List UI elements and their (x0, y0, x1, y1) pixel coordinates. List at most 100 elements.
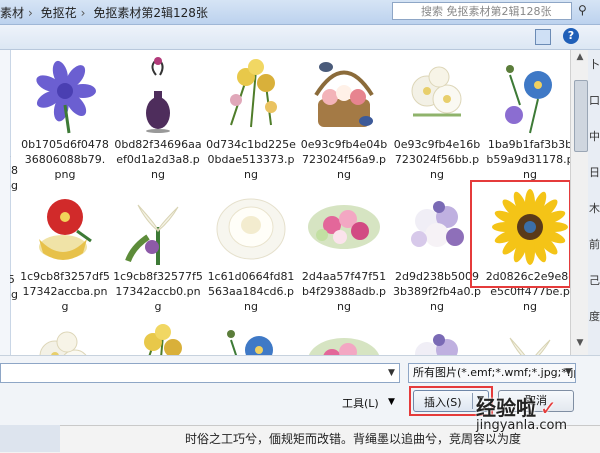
cut-caption-line: f5 (10, 273, 15, 286)
scroll-up-icon[interactable]: ▲ (571, 52, 589, 66)
file-name-line: ng (337, 300, 351, 313)
file-name-line: ng (430, 300, 444, 313)
white-flowers-icon[interactable] (25, 320, 105, 355)
view-toggle-icon[interactable] (535, 29, 551, 45)
cut-caption-line: ng (10, 288, 18, 301)
file-name: 0bd82f34696aa ef0d1a2d3a8.p ng (113, 137, 203, 182)
file-name-line: 0d734c1bd225e (206, 138, 296, 151)
file-item[interactable]: 1c9cb8f32577f5 17342accb0.pn g (113, 187, 203, 314)
filename-field[interactable] (0, 363, 400, 383)
white-rose-icon[interactable] (211, 187, 291, 267)
blue-flower-icon[interactable] (211, 320, 291, 355)
file-name-line: 2d4aa57f47f51 (301, 270, 387, 283)
file-name-line: 17342accb0.pn (115, 285, 201, 298)
file-name-line: ef0d1a2d3a8.p (116, 153, 200, 166)
daisy-sprigs-icon[interactable] (211, 55, 291, 135)
file-name: 1c9cb8f32577f5 17342accb0.pn g (113, 269, 203, 314)
file-name-line: 723024f56a9.p (301, 153, 387, 166)
file-name: 0e93c9fb4e04b 723024f56a9.p ng (299, 137, 389, 182)
breadcrumb-item[interactable]: 免抠花 (41, 6, 77, 20)
flower-vase-icon[interactable] (118, 55, 198, 135)
file-name: 0e93c9fb4e16b 723024f56bb.p ng (392, 137, 482, 182)
cut-caption: f5 ng g (10, 272, 18, 317)
right-cut-char: 中 (589, 130, 600, 143)
chevron-down-icon[interactable]: ▼ (565, 367, 572, 377)
red-flower-cup-icon[interactable] (25, 187, 105, 267)
file-item-partial[interactable] (299, 320, 389, 355)
right-cut-char: 木 (589, 202, 600, 215)
file-item-partial[interactable] (485, 320, 570, 355)
file-item[interactable]: 0e93c9fb4e04b 723024f56a9.p ng (299, 55, 389, 182)
file-name-line: ng (523, 300, 537, 313)
tools-menu[interactable]: 工具(L) (342, 395, 379, 411)
file-item-partial[interactable] (206, 320, 296, 355)
mixed-bouquet-icon[interactable] (397, 187, 477, 267)
scrollbar-thumb[interactable] (574, 80, 588, 152)
file-name-line: ng (337, 168, 351, 181)
watermark-text: 经验啦 (476, 396, 536, 420)
file-name-line: ng (244, 300, 258, 313)
file-name-line: g (61, 300, 69, 313)
toolbar: ? (0, 25, 600, 50)
search-input[interactable]: 搜索 免抠素材第2辑128张 (392, 2, 572, 20)
file-item[interactable]: 0b1705d6f0478 36806088b79. png (20, 55, 110, 182)
scrollbar[interactable]: ▲ ▼ (570, 50, 589, 355)
file-item[interactable]: 0bd82f34696aa ef0d1a2d3a8.p ng (113, 55, 203, 182)
file-name-line: 723024f56bb.p (394, 153, 480, 166)
file-name-line: 36806088b79. (24, 153, 106, 166)
file-item-partial[interactable] (20, 320, 110, 355)
blue-flower-icon[interactable] (490, 55, 570, 135)
file-item-partial[interactable] (113, 320, 203, 355)
daisy-sprigs-icon[interactable] (118, 320, 198, 355)
cut-caption-line: g (10, 302, 18, 317)
file-item-partial[interactable] (392, 320, 482, 355)
file-item[interactable]: 0e93c9fb4e16b 723024f56bb.p ng (392, 55, 482, 182)
search-icon[interactable]: ⚲ (578, 3, 596, 19)
scroll-down-icon[interactable]: ▼ (571, 338, 589, 352)
file-item[interactable]: 1ba9b1faf3b3b b59a9d31178.p ng (485, 55, 570, 182)
file-name-line: 3b389f2fb4a0.p (393, 285, 481, 298)
file-name: 0d734c1bd225e 0bdae513373.p ng (206, 137, 296, 182)
chevron-down-icon[interactable]: ▼ (388, 368, 395, 378)
document-text: 时俗之工巧兮，偭规矩而改错。背绳墨以追曲兮，竞周容以为度 (185, 432, 522, 446)
file-item[interactable]: 1c9cb8f3257df5 17342accba.pn g (20, 187, 110, 314)
file-item[interactable]: 0d734c1bd225e 0bdae513373.p ng (206, 55, 296, 182)
breadcrumb-item[interactable]: 素材 (0, 6, 24, 20)
file-name-line: 1ba9b1faf3b3b (487, 138, 570, 151)
right-cut-char: 度 (589, 310, 600, 323)
file-name-line: 0e93c9fb4e04b (300, 138, 388, 151)
chevron-right-icon: › (28, 6, 33, 20)
file-item[interactable]: 2d4aa57f47f51 b4f29388adb.p ng (299, 187, 389, 314)
white-flowers-icon[interactable] (397, 55, 477, 135)
breadcrumb-item[interactable]: 免抠素材第2辑128张 (93, 6, 208, 20)
file-name-line: ng (151, 168, 165, 181)
flower-basket-birds-icon[interactable] (304, 55, 384, 135)
breadcrumb[interactable]: 素材 › 免抠花 › 免抠素材第2辑128张 (0, 4, 212, 21)
check-icon: ✓ (540, 396, 557, 420)
pink-bouquet-icon[interactable] (304, 320, 384, 355)
lily-bouquet-icon[interactable] (490, 320, 570, 355)
file-name-line: png (54, 168, 76, 181)
lily-bouquet-icon[interactable] (118, 187, 198, 267)
pink-bouquet-icon[interactable] (304, 187, 384, 267)
file-item[interactable]: 2d9d238b5009 3b389f2fb4a0.p ng (392, 187, 482, 314)
file-name-line: b59a9d31178.p (486, 153, 570, 166)
help-icon[interactable]: ? (563, 28, 579, 44)
file-name: 0b1705d6f0478 36806088b79. png (20, 137, 110, 182)
purple-flower-bouquet-icon[interactable] (25, 55, 105, 135)
right-cut-char: 前 (589, 238, 600, 251)
cut-caption-line: 3 (10, 148, 18, 163)
file-name-line: 0b1705d6f0478 (21, 138, 109, 151)
file-name-line: ng (430, 168, 444, 181)
selection-highlight (470, 180, 571, 288)
file-name: 1c61d0664fd81 563aa184cd6.p ng (206, 269, 296, 314)
watermark-logo: 经验啦 ✓ (476, 392, 557, 421)
file-name-line: g (154, 300, 162, 313)
file-name-line: 1c9cb8f32577f5 (113, 270, 203, 283)
chevron-right-icon: › (80, 6, 86, 20)
file-type-select[interactable]: 所有图片(*.emf;*.wmf;*.jpg;*.jp (408, 363, 576, 383)
file-name: 1ba9b1faf3b3b b59a9d31178.p ng (485, 137, 570, 182)
file-item[interactable]: 1c61d0664fd81 563aa184cd6.p ng (206, 187, 296, 314)
chevron-down-icon[interactable]: ▼ (388, 397, 395, 407)
mixed-bouquet-icon[interactable] (397, 320, 477, 355)
